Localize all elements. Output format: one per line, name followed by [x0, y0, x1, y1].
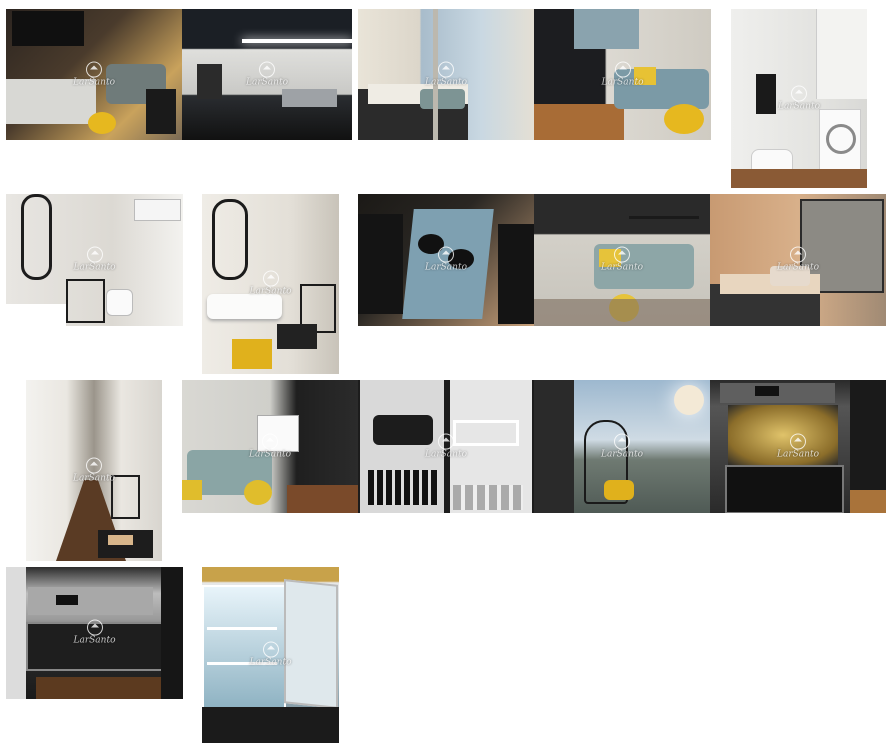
gallery-photo-dining-table[interactable]: LarSanto	[358, 194, 534, 326]
watermark-logo: LarSanto	[601, 61, 644, 88]
home-icon	[258, 61, 275, 78]
watermark-logo: LarSanto	[73, 619, 116, 647]
home-icon	[437, 433, 454, 450]
gallery-photo-fridge-open[interactable]: LarSanto	[202, 567, 339, 743]
gallery-photo-living-corner[interactable]: LarSanto	[182, 380, 358, 513]
home-icon	[437, 61, 454, 78]
gallery-photo-corridor[interactable]: LarSanto	[26, 380, 162, 561]
gallery-photo-bedroom-balcony[interactable]: LarSanto	[710, 194, 886, 326]
home-icon	[613, 246, 630, 263]
gallery-photo-bedroom-window[interactable]: LarSanto	[358, 9, 534, 140]
watermark-logo: LarSanto	[425, 61, 467, 88]
gallery-photo-oven[interactable]: LarSanto	[6, 567, 183, 699]
home-icon	[437, 246, 454, 263]
gallery-photo-bathroom-washer[interactable]: LarSanto	[731, 9, 867, 188]
home-icon	[86, 246, 103, 263]
home-icon	[614, 61, 631, 78]
watermark-logo: LarSanto	[778, 85, 820, 112]
watermark-logo: LarSanto	[601, 246, 643, 274]
watermark-logo: LarSanto	[425, 246, 467, 274]
watermark-logo: LarSanto	[73, 61, 115, 88]
home-icon	[789, 246, 806, 263]
home-icon	[85, 61, 102, 78]
gallery-photo-microwave-open[interactable]: LarSanto	[710, 380, 886, 513]
home-icon	[613, 433, 630, 450]
gallery-photo-balcony-view[interactable]: LarSanto	[534, 380, 710, 513]
watermark-logo: LarSanto	[246, 61, 288, 88]
gallery-photo-cupboard-kitchenware[interactable]: LarSanto	[358, 380, 534, 513]
watermark-logo: LarSanto	[73, 246, 116, 274]
home-icon	[789, 433, 806, 450]
watermark-logo: LarSanto	[249, 641, 292, 669]
watermark-logo: LarSanto	[601, 433, 643, 460]
home-icon	[86, 619, 103, 636]
home-icon	[262, 641, 279, 658]
gallery-photo-living-dining[interactable]: LarSanto	[6, 9, 182, 140]
home-icon	[85, 457, 102, 474]
watermark-logo: LarSanto	[249, 270, 292, 298]
gallery-photo-bathroom-basin[interactable]: LarSanto	[202, 194, 339, 374]
watermark-logo: LarSanto	[777, 246, 819, 274]
gallery-photo-bathroom-mirror[interactable]: LarSanto	[6, 194, 183, 326]
photo-gallery: LarSanto LarSanto LarSanto LarSanto LarS…	[0, 0, 886, 743]
watermark-logo: LarSanto	[777, 433, 819, 460]
gallery-photo-living-window[interactable]: LarSanto	[534, 9, 711, 140]
home-icon	[790, 85, 807, 102]
home-icon	[262, 270, 279, 287]
watermark-logo: LarSanto	[73, 457, 115, 484]
gallery-photo-sofa[interactable]: LarSanto	[534, 194, 710, 326]
gallery-photo-kitchen-sink[interactable]: LarSanto	[182, 9, 352, 140]
watermark-logo: LarSanto	[425, 433, 467, 460]
watermark-logo: LarSanto	[249, 433, 291, 460]
home-icon	[261, 433, 278, 450]
